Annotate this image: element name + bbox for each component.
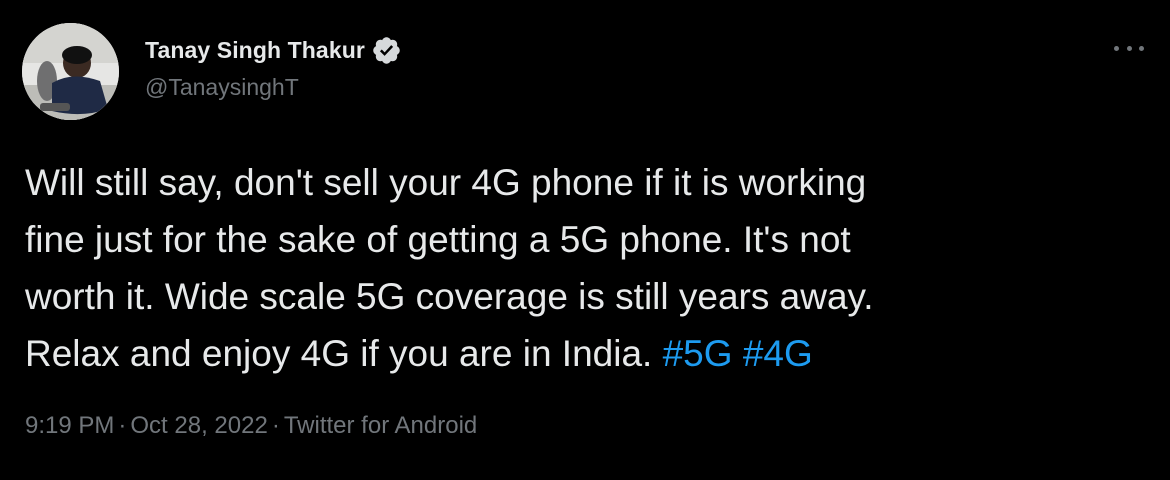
author-display-name[interactable]: Tanay Singh Thakur (145, 37, 365, 64)
tweet-text-fragment: Relax and enjoy 4G if you are in India. (25, 333, 663, 374)
verified-badge-icon[interactable] (371, 35, 402, 66)
avatar[interactable] (22, 23, 119, 120)
tweet-text-line: Will still say, don't sell your 4G phone… (25, 162, 867, 203)
tweet-text: Will still say, don't sell your 4G phone… (25, 154, 1145, 382)
tweet-text-line: fine just for the sake of getting a 5G p… (25, 219, 851, 260)
tweet-meta: 9:19 PM · Oct 28, 2022 · Twitter for Android (25, 412, 477, 440)
more-dot (1114, 45, 1119, 51)
author-handle[interactable]: @TanaysinghT (145, 74, 402, 101)
hashtag-link[interactable]: #4G (743, 333, 813, 374)
hashtag-link[interactable]: #5G (663, 333, 733, 374)
more-dot (1139, 45, 1144, 51)
tweet-text-line: worth it. Wide scale 5G coverage is stil… (25, 276, 874, 317)
tweet-date[interactable]: Oct 28, 2022 (130, 412, 267, 439)
meta-separator: · (118, 412, 127, 439)
more-horizontal-icon[interactable] (1114, 36, 1144, 60)
tweet-text-line-last: Relax and enjoy 4G if you are in India. … (25, 325, 1145, 382)
tweet-source[interactable]: Twitter for Android (284, 412, 477, 439)
tweet-card: Tanay Singh Thakur @TanaysinghT Will sti… (0, 0, 1170, 480)
meta-separator: · (271, 412, 280, 439)
author-block: Tanay Singh Thakur @TanaysinghT (145, 34, 402, 101)
avatar-image (22, 23, 119, 120)
tweet-time[interactable]: 9:19 PM (25, 412, 114, 439)
author-name-row: Tanay Singh Thakur (145, 34, 402, 66)
more-dot (1126, 45, 1132, 51)
